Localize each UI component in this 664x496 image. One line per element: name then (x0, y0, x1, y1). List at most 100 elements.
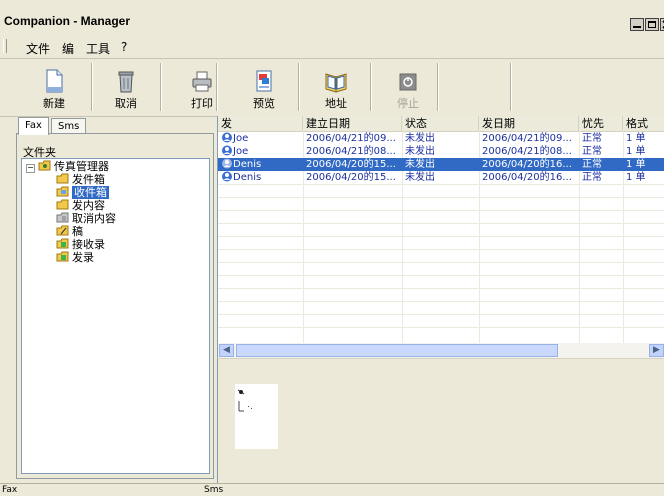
title-bar: Companion - Manager (0, 0, 664, 34)
menu-edit[interactable]: 编 (62, 40, 74, 57)
stop-button[interactable]: 停止 (378, 59, 438, 113)
fax-page-thumbnail[interactable] (235, 384, 278, 449)
cell-status: 未发出 (405, 159, 435, 170)
list-header: 发 建立日期 状态 发日期 忧先 格式 (218, 116, 664, 132)
column-sent-date[interactable]: 发日期 (479, 116, 579, 131)
log-folder-icon (56, 251, 69, 262)
preview-icon (256, 70, 272, 92)
toolbar-separator (91, 63, 93, 111)
table-row[interactable]: Denis 2006/04/20的15... 未发出 2006/04/20的16… (218, 171, 664, 184)
cell-created: 2006/04/21的09... (306, 133, 396, 144)
grid-line (218, 184, 664, 185)
contact-icon (222, 171, 232, 182)
collapse-toggle[interactable]: − (26, 164, 35, 173)
status-sms: Sms (204, 485, 224, 495)
tree-root[interactable]: 传真管理器 (38, 160, 109, 174)
status-fax: Fax (2, 485, 18, 495)
cell-priority: 正常 (582, 172, 602, 183)
cell-format: 1 单 (626, 146, 646, 157)
scrollbar-thumb[interactable] (236, 344, 558, 357)
status-bar: Fax Sms (0, 483, 664, 496)
grid-line (218, 288, 664, 289)
message-list[interactable]: 发 建立日期 状态 发日期 忧先 格式 Joe 2006/04/21的09...… (217, 116, 664, 358)
tab-fax[interactable]: Fax (18, 117, 49, 135)
toolbar-separator (437, 63, 439, 111)
maximize-button[interactable] (645, 18, 659, 31)
tab-sms[interactable]: Sms (51, 118, 87, 134)
cell-sent-date: 2006/04/20的16... (482, 172, 572, 183)
toolbar-separator (510, 63, 512, 111)
preview-button[interactable]: 预览 (234, 59, 294, 113)
toolbar-separator (298, 63, 300, 111)
cell-created: 2006/04/21的08... (306, 146, 396, 157)
window-title: Companion - Manager (4, 14, 131, 28)
horizontal-scrollbar[interactable]: ◀ ▶ (218, 343, 664, 358)
tree-item-outbox[interactable]: 发件箱 (56, 173, 105, 187)
table-row[interactable]: Denis 2006/04/20的15... 未发出 2006/04/20的16… (218, 158, 664, 171)
cell-priority: 正常 (582, 146, 602, 157)
minimize-button[interactable] (630, 18, 644, 31)
window-controls (630, 18, 664, 31)
cancel-button[interactable]: 取消 (96, 59, 156, 113)
menu-help[interactable]: ? (121, 40, 127, 54)
fax-folder-icon (38, 160, 51, 171)
drafts-folder-icon (56, 225, 69, 236)
address-label: 地址 (325, 97, 347, 110)
grid-line (218, 236, 664, 237)
print-label: 打印 (191, 97, 213, 110)
preview-pane (217, 358, 664, 484)
tree-item-sent-content[interactable]: 发内容 (56, 199, 105, 213)
cell-priority: 正常 (582, 159, 602, 170)
cancel-label: 取消 (115, 97, 137, 110)
printer-icon (192, 71, 212, 92)
grid-line (218, 249, 664, 250)
close-button[interactable] (660, 18, 664, 31)
toolbar-separator (160, 63, 162, 111)
folder-tree[interactable]: − 传真管理器 发件箱 收件箱 发内容 取消内容 稿 接收录 发录 (21, 158, 210, 474)
chevron-right-icon: ▶ (653, 345, 660, 355)
cell-status: 未发出 (405, 172, 435, 183)
toolbar: 新建 取消 打印 预览 地址 停止 (0, 59, 664, 117)
contact-icon (222, 132, 232, 143)
menu-bar: 文件 编 工具 ? (0, 34, 664, 59)
tree-item-sent-log[interactable]: 发录 (56, 251, 94, 265)
tree-item-inbox[interactable]: 收件箱 (56, 186, 109, 200)
grid-line (218, 314, 664, 315)
column-format[interactable]: 格式 (623, 116, 664, 131)
maximize-icon (648, 21, 656, 28)
new-label: 新建 (43, 97, 65, 110)
new-button[interactable]: 新建 (24, 59, 84, 113)
tree-item-cancelled[interactable]: 取消内容 (56, 212, 116, 226)
grid-line (218, 262, 664, 263)
scroll-left-button[interactable]: ◀ (219, 344, 234, 357)
cell-sender: Denis (218, 171, 303, 184)
minimize-icon (633, 26, 641, 28)
cell-status: 未发出 (405, 133, 435, 144)
cell-sent-date: 2006/04/21的09... (482, 133, 572, 144)
contact-icon (222, 158, 232, 169)
menu-file[interactable]: 文件 (26, 40, 50, 57)
tree-item-received-log[interactable]: 接收录 (56, 238, 105, 252)
stop-icon (399, 73, 417, 91)
contact-icon (222, 145, 232, 156)
folder-icon (56, 199, 69, 210)
scroll-right-button[interactable]: ▶ (649, 344, 664, 357)
column-status[interactable]: 状态 (402, 116, 479, 131)
column-priority[interactable]: 忧先 (579, 116, 623, 131)
cell-format: 1 单 (626, 172, 646, 183)
toolbar-separator (370, 63, 372, 111)
cell-sent-date: 2006/04/21的08... (482, 146, 572, 157)
table-row[interactable]: Joe 2006/04/21的08... 未发出 2006/04/21的08..… (218, 145, 664, 158)
tree-item-drafts[interactable]: 稿 (56, 225, 83, 239)
cell-sender: Joe (218, 132, 303, 145)
grid-line (218, 223, 664, 224)
preview-label: 预览 (253, 97, 275, 110)
cell-format: 1 单 (626, 133, 646, 144)
print-button[interactable]: 打印 (172, 59, 232, 113)
table-row[interactable]: Joe 2006/04/21的09... 未发出 2006/04/21的09..… (218, 132, 664, 145)
cell-status: 未发出 (405, 146, 435, 157)
column-created[interactable]: 建立日期 (303, 116, 402, 131)
menu-tools[interactable]: 工具 (86, 40, 110, 57)
address-button[interactable]: 地址 (306, 59, 366, 113)
column-sender[interactable]: 发 (218, 116, 303, 131)
